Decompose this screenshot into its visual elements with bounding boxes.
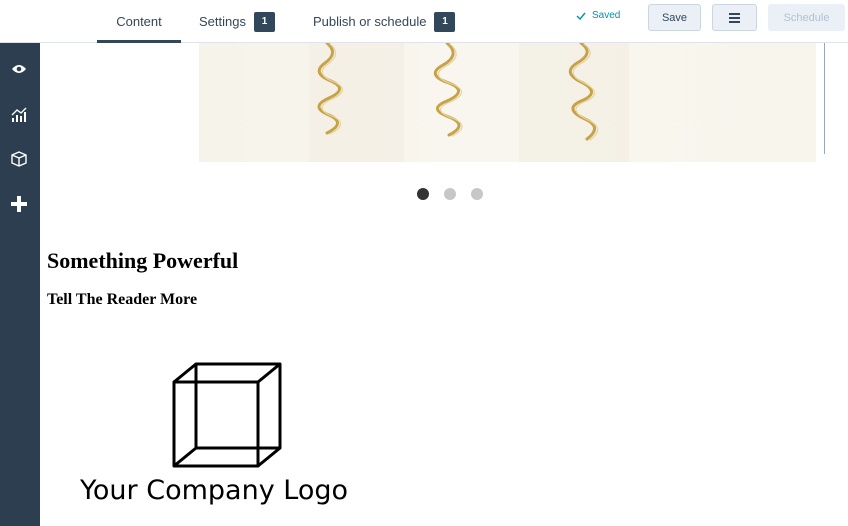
page-canvas: Something Powerful Tell The Reader More … [40, 43, 848, 526]
settings-count-badge: 1 [253, 11, 275, 32]
page-heading[interactable]: Something Powerful [47, 248, 238, 274]
save-button-label: Save [661, 11, 688, 24]
saved-label: Saved [592, 10, 621, 21]
tab-content-label: Content [116, 14, 162, 29]
editor-header: Content Settings 1 Publish or schedule 1… [0, 0, 848, 43]
carousel-dot-2[interactable] [444, 188, 456, 200]
gold-ribbon-image [309, 43, 629, 162]
plus-icon[interactable] [8, 193, 30, 215]
carousel-image [199, 43, 816, 162]
company-logo[interactable]: Your Company Logo [79, 361, 380, 511]
checkmark-icon [576, 12, 586, 20]
carousel-dot-1[interactable] [417, 188, 429, 200]
menu-button[interactable] [712, 4, 757, 31]
saved-status: Saved [576, 10, 620, 21]
scrollbar-track[interactable] [824, 43, 825, 154]
left-sidebar [0, 43, 40, 526]
eye-icon[interactable] [8, 58, 30, 80]
cube-logo-icon: Your Company Logo [79, 362, 348, 506]
schedule-button[interactable]: Schedule [768, 4, 845, 31]
analytics-icon[interactable] [8, 104, 30, 126]
tab-settings-label: Settings [199, 14, 246, 29]
publish-count-badge: 1 [434, 11, 456, 32]
tab-content[interactable]: Content [97, 0, 181, 43]
logo-text: Your Company Logo [80, 475, 348, 506]
save-button[interactable]: Save [648, 4, 701, 31]
cube-icon[interactable] [8, 148, 30, 170]
schedule-button-label: Schedule [783, 11, 830, 24]
tab-settings[interactable]: Settings 1 [199, 0, 275, 43]
carousel-dot-3[interactable] [471, 188, 483, 200]
page-subheading[interactable]: Tell The Reader More [47, 291, 197, 309]
tab-publish[interactable]: Publish or schedule 1 [313, 0, 456, 43]
tab-publish-label: Publish or schedule [313, 14, 427, 29]
hamburger-icon [729, 12, 740, 23]
